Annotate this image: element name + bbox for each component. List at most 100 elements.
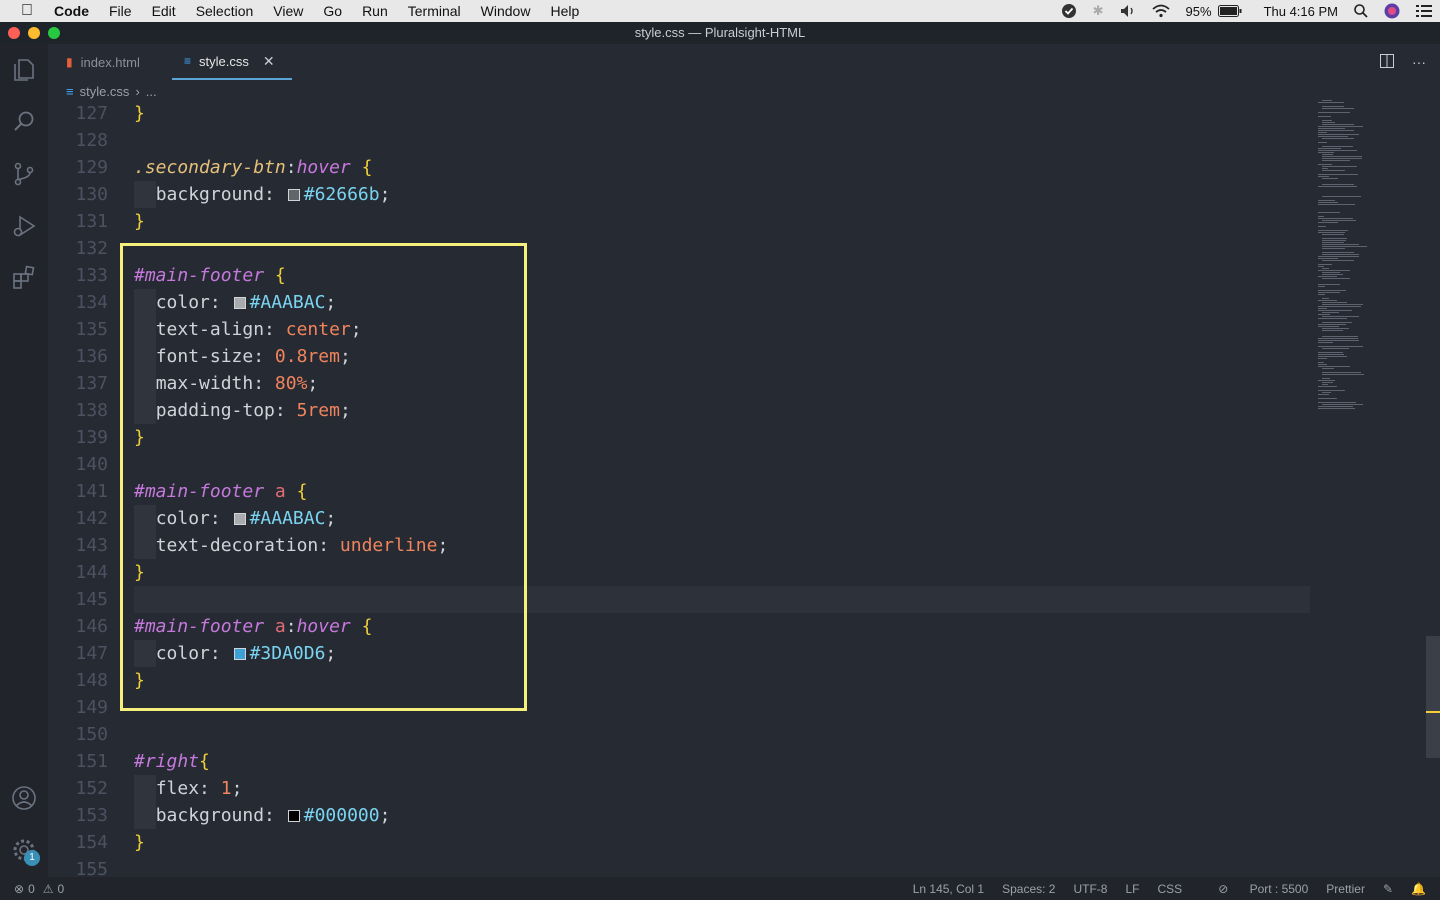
code-line[interactable]: 127} xyxy=(48,100,1318,127)
file-encoding[interactable]: UTF-8 xyxy=(1073,882,1107,896)
minimap-line xyxy=(1318,142,1327,143)
breadcrumb-more[interactable]: ... xyxy=(146,84,157,99)
check-circle-icon[interactable] xyxy=(1061,3,1077,19)
volume-icon[interactable] xyxy=(1120,4,1136,18)
minimap-line xyxy=(1322,178,1338,179)
code-line[interactable]: 150 xyxy=(48,721,1318,748)
minimap-line xyxy=(1322,122,1335,123)
minimap-line xyxy=(1322,384,1328,385)
color-swatch[interactable] xyxy=(287,810,300,822)
minimap-line xyxy=(1318,402,1356,403)
code-line[interactable]: 153 background: #000000; xyxy=(48,802,1318,829)
accounts-icon[interactable] xyxy=(10,784,38,812)
menu-selection[interactable]: Selection xyxy=(186,0,264,22)
split-editor-icon[interactable] xyxy=(1380,54,1394,71)
tab-style-css[interactable]: ≡ style.css ✕ xyxy=(172,44,292,80)
minimap-line xyxy=(1318,284,1340,285)
prettier-status[interactable]: Prettier xyxy=(1326,882,1365,896)
extensions-icon[interactable] xyxy=(10,264,38,292)
wifi-icon[interactable] xyxy=(1151,4,1170,18)
minimap-line xyxy=(1322,278,1350,279)
code-line[interactable]: 128 xyxy=(48,127,1318,154)
minimap-line xyxy=(1318,338,1358,339)
code-line[interactable]: 130 background: #62666b; xyxy=(48,181,1318,208)
minimap-line xyxy=(1322,336,1358,337)
code-text: } xyxy=(134,832,145,853)
minimap-line xyxy=(1322,254,1359,255)
minimap-line xyxy=(1318,266,1324,267)
code-line[interactable]: 152 flex: 1; xyxy=(48,775,1318,802)
minimap-line xyxy=(1322,238,1347,239)
minimap-line xyxy=(1318,366,1350,367)
tab-index-html[interactable]: ▮ index.html xyxy=(54,44,166,80)
minimap-line xyxy=(1322,166,1357,167)
cursor-position[interactable]: Ln 145, Col 1 xyxy=(913,882,984,896)
minimap-line xyxy=(1318,116,1331,117)
minimap-line xyxy=(1318,408,1355,409)
editor-scrollbar-thumb[interactable] xyxy=(1426,636,1440,758)
line-number: 130 xyxy=(75,184,108,205)
run-debug-icon[interactable] xyxy=(10,212,38,240)
search-icon[interactable] xyxy=(10,108,38,136)
source-control-icon[interactable] xyxy=(10,160,38,188)
spotlight-search-icon[interactable] xyxy=(1354,4,1368,18)
minimap-line xyxy=(1318,380,1335,381)
problems-indicator[interactable]: ⊗ 0 ⚠ 0 xyxy=(0,882,64,896)
menu-app-name[interactable]: Code xyxy=(54,3,99,19)
siri-icon[interactable] xyxy=(1384,3,1400,19)
warning-icon: ⚠ xyxy=(42,881,54,896)
more-actions-icon[interactable]: ··· xyxy=(1412,54,1426,71)
notification-center-icon[interactable] xyxy=(1416,4,1432,18)
code-line[interactable]: 129 .secondary-btn:hover { xyxy=(48,154,1318,181)
menu-help[interactable]: Help xyxy=(540,0,589,22)
explorer-icon[interactable] xyxy=(10,56,38,84)
minimap-line xyxy=(1318,362,1324,363)
live-server-port[interactable]: ⊘ Port : 5500 xyxy=(1200,882,1308,896)
apple-icon[interactable]:  xyxy=(0,2,54,20)
minimize-window-button[interactable] xyxy=(28,27,40,39)
minimap-line xyxy=(1322,170,1345,171)
close-tab-icon[interactable]: ✕ xyxy=(263,53,275,70)
minimap-line xyxy=(1318,386,1337,387)
minimap-line xyxy=(1322,304,1363,305)
battery-icon[interactable] xyxy=(1217,5,1242,17)
code-line[interactable]: 131} xyxy=(48,208,1318,235)
line-number: 143 xyxy=(75,535,108,556)
breadcrumb-file[interactable]: style.css xyxy=(80,84,130,99)
editor-actions: ··· xyxy=(1362,54,1426,71)
end-of-line[interactable]: LF xyxy=(1125,882,1139,896)
menu-terminal[interactable]: Terminal xyxy=(398,0,471,22)
chevron-right-icon: › xyxy=(135,83,140,99)
notifications-bell-icon[interactable]: 🔔 xyxy=(1411,882,1426,896)
line-number: 144 xyxy=(75,562,108,583)
minimap-line xyxy=(1318,212,1340,213)
menu-window[interactable]: Window xyxy=(471,0,541,22)
minimap-line xyxy=(1322,124,1354,125)
feedback-icon[interactable]: ✎ xyxy=(1383,882,1393,896)
color-swatch[interactable] xyxy=(287,189,300,201)
menu-edit[interactable]: Edit xyxy=(142,0,186,22)
code-text: background: #62666b; xyxy=(155,184,391,205)
close-window-button[interactable] xyxy=(8,27,20,39)
bluetooth-icon[interactable]: ✱ xyxy=(1093,3,1104,19)
menu-file[interactable]: File xyxy=(99,0,142,22)
menu-go[interactable]: Go xyxy=(313,0,352,22)
minimap[interactable] xyxy=(1316,100,1426,420)
menubar-clock[interactable]: Thu 4:16 PM xyxy=(1264,4,1338,19)
minimap-line xyxy=(1318,390,1345,391)
code-line[interactable]: 154} xyxy=(48,829,1318,856)
settings-update-badge: 1 xyxy=(24,850,40,866)
error-icon: ⊗ xyxy=(14,881,25,896)
code-line[interactable]: 155 xyxy=(48,856,1318,877)
language-mode[interactable]: CSS xyxy=(1158,882,1183,896)
minimap-line xyxy=(1322,160,1350,161)
line-number: 135 xyxy=(75,319,108,340)
menu-run[interactable]: Run xyxy=(352,0,398,22)
menu-view[interactable]: View xyxy=(263,0,313,22)
code-line[interactable]: 151 #right{ xyxy=(48,748,1318,775)
indentation[interactable]: Spaces: 2 xyxy=(1002,882,1055,896)
line-number: 154 xyxy=(75,832,108,853)
line-number: 139 xyxy=(75,427,108,448)
zoom-window-button[interactable] xyxy=(48,27,60,39)
error-count: 0 xyxy=(28,881,35,896)
